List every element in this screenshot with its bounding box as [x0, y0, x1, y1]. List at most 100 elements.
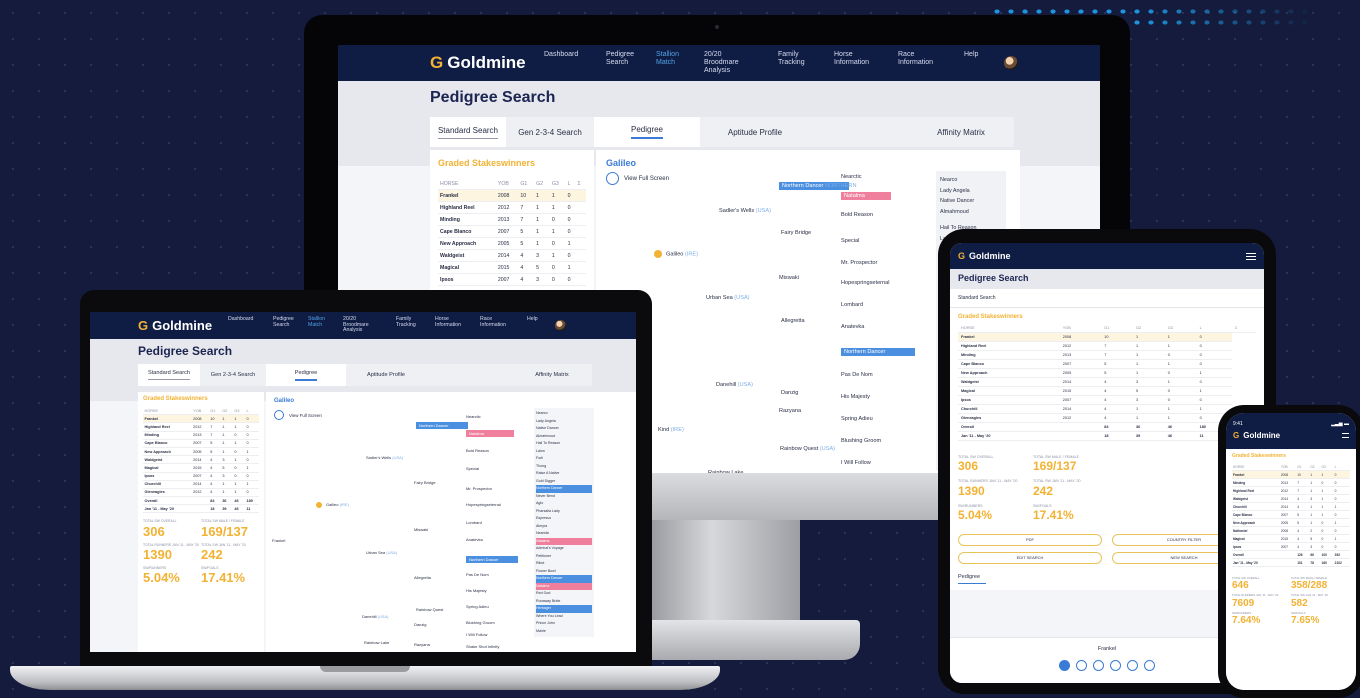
- horse-name-cell[interactable]: New Approach: [1232, 518, 1280, 527]
- tab-pedigree[interactable]: Pedigree: [266, 364, 346, 386]
- table-row[interactable]: Magical 2015 4 5 0 1: [1232, 534, 1350, 543]
- page-dot[interactable]: [1093, 660, 1104, 671]
- horse-name-cell[interactable]: Minding: [143, 431, 192, 440]
- table-row[interactable]: Magical 2015 4 5 0 1: [438, 261, 586, 274]
- horse-name-cell[interactable]: Ipsos: [143, 472, 192, 481]
- column-header[interactable]: YOB: [191, 407, 209, 416]
- ancestor-name[interactable]: Natalma: [536, 582, 592, 590]
- ancestor-name[interactable]: Gold Digger: [536, 478, 592, 486]
- tab-blank[interactable]: [426, 364, 512, 386]
- horse-name-cell[interactable]: Magical: [438, 261, 496, 274]
- horse-name-cell[interactable]: Highland Reel: [1232, 486, 1280, 495]
- nav-item-stallion-match[interactable]: Stallion Match: [308, 316, 328, 329]
- nav-item-pedigree-search[interactable]: Pedigree Search: [273, 316, 294, 329]
- pedigree-node[interactable]: Allegretta: [414, 575, 431, 580]
- pedigree-node[interactable]: Bold Reason: [466, 448, 489, 453]
- pedigree-node[interactable]: Special: [841, 238, 859, 244]
- column-header[interactable]: YOB: [1059, 324, 1102, 333]
- tab-aptitude-profile[interactable]: Aptitude Profile: [700, 117, 810, 147]
- horse-name-cell[interactable]: Churchill: [1232, 502, 1280, 511]
- table-row[interactable]: Minding 2013 7 1 0 0: [438, 213, 586, 226]
- table-row[interactable]: Frankel 2008 10 1 1 0: [958, 332, 1256, 342]
- ancestor-name[interactable]: Hail To Reason: [536, 440, 592, 448]
- column-header[interactable]: G1: [1296, 463, 1310, 471]
- ancestor-name[interactable]: Red God: [536, 590, 592, 598]
- pdf-button[interactable]: PDF: [958, 533, 1102, 546]
- column-header[interactable]: G2: [220, 407, 233, 416]
- horse-name-cell[interactable]: Churchill: [958, 404, 1060, 414]
- pedigree-node[interactable]: Urban Sea (USA): [366, 550, 397, 555]
- phone-logo[interactable]: G Goldmine: [1233, 431, 1280, 440]
- column-header[interactable]: L: [1333, 463, 1350, 471]
- horse-name-cell[interactable]: Magical: [958, 386, 1060, 396]
- pedigree-node[interactable]: Pas De Nom: [841, 372, 873, 378]
- horse-name-cell[interactable]: Gleneagles: [958, 413, 1060, 423]
- page-dot[interactable]: [1076, 660, 1087, 671]
- horse-name-cell[interactable]: Waldgeist: [143, 455, 192, 465]
- ancestor-name[interactable]: Espresso: [536, 515, 592, 523]
- ancestor-name[interactable]: Aglo: [536, 500, 592, 508]
- ancestor-name[interactable]: Prince John: [536, 620, 592, 628]
- nav-item-family-tracking[interactable]: Family Tracking: [778, 51, 812, 67]
- column-header[interactable]: G3: [1164, 324, 1197, 333]
- pedigree-node[interactable]: Mr. Prospector: [841, 260, 877, 266]
- pedigree-node[interactable]: I Will Follow: [466, 632, 487, 637]
- table-row[interactable]: Minding 2013 7 1 0 0: [958, 350, 1256, 360]
- column-header[interactable]: G2: [534, 178, 550, 190]
- pedigree-node[interactable]: Natalma: [466, 430, 514, 437]
- horse-name-cell[interactable]: Highland Reel: [143, 422, 192, 432]
- pedigree-node[interactable]: Spring Adieu: [466, 604, 489, 609]
- ancestor-name[interactable]: Lady Angela: [536, 418, 592, 426]
- column-header[interactable]: Σ: [575, 178, 586, 190]
- table-row[interactable]: Waldgeist 2014 4 3 1 0: [143, 455, 259, 465]
- horse-name-cell[interactable]: Nathaniel: [1232, 526, 1280, 535]
- tab-standard-search[interactable]: Standard Search: [430, 117, 506, 147]
- pedigree-node[interactable]: I Will Follow: [841, 460, 871, 466]
- ancestor-name[interactable]: Admiral's Voyage: [536, 545, 592, 553]
- horse-name-cell[interactable]: Minding: [438, 213, 496, 226]
- column-header[interactable]: G1: [208, 407, 221, 416]
- table-row[interactable]: New Approach 2005 5 1 0 1: [958, 368, 1256, 378]
- nav-item-help[interactable]: Help: [527, 316, 541, 323]
- pedigree-node[interactable]: Danzig: [781, 390, 798, 396]
- pedigree-node[interactable]: Lombard: [466, 520, 482, 525]
- logo[interactable]: G Goldmine: [430, 53, 534, 73]
- pedigree-node[interactable]: Fairy Bridge: [414, 480, 436, 485]
- pedigree-node[interactable]: Natalma: [841, 192, 891, 200]
- table-row[interactable]: Magical 2015 4 5 0 1: [143, 463, 259, 473]
- pedigree-node[interactable]: Fairy Bridge: [781, 230, 811, 236]
- horse-name-cell[interactable]: Gleneagles: [143, 488, 192, 498]
- nav-item-horse-information[interactable]: Horse Information: [834, 51, 876, 67]
- pedigree-node[interactable]: Frankel: [272, 538, 285, 543]
- ancestor-name[interactable]: Nearco: [536, 410, 592, 418]
- pedigree-node[interactable]: Northern Dancer: [841, 348, 915, 356]
- ancestor-name[interactable]: Flower Bowl: [536, 568, 592, 576]
- pedigree-node[interactable]: Shake Shot Infinity: [466, 644, 499, 649]
- nav-item-20-20-broodmare-analysis[interactable]: 20/20 Broodmare Analysis: [343, 316, 381, 335]
- column-header[interactable]: HORSE: [1232, 463, 1280, 471]
- pedigree-node[interactable]: Northern Dancer NORTHERN: [779, 182, 857, 190]
- horse-name-cell[interactable]: Frankel: [438, 189, 496, 202]
- pedigree-node[interactable]: Special: [466, 466, 479, 471]
- ancestor-name[interactable]: Petitioner: [536, 553, 592, 561]
- table-row[interactable]: Minding 2013 7 1 0 0: [1232, 478, 1350, 487]
- pedigree-node[interactable]: Nearctic: [466, 414, 481, 419]
- nav-item-family-tracking[interactable]: Family Tracking: [396, 316, 420, 329]
- column-header[interactable]: G2: [1133, 324, 1165, 333]
- ancestor-name[interactable]: Where You Lead: [536, 613, 592, 621]
- table-row[interactable]: Gleneagles 2012 4 1 1 0: [958, 413, 1256, 423]
- column-header[interactable]: HORSE: [438, 178, 496, 190]
- pedigree-root-node[interactable]: Galileo (IRE): [654, 250, 698, 258]
- tab-gen-search[interactable]: Gen 2-3-4 Search: [200, 364, 266, 386]
- column-header[interactable]: G1: [1101, 324, 1134, 333]
- nav-item-horse-information[interactable]: Horse Information: [435, 316, 465, 329]
- column-header[interactable]: L: [1196, 324, 1232, 333]
- table-row[interactable]: Waldgeist 2014 4 3 1 0: [958, 377, 1256, 387]
- table-row[interactable]: Magical 2015 4 5 0 1: [958, 386, 1256, 396]
- column-header[interactable]: Σ: [1231, 324, 1256, 333]
- pedigree-node[interactable]: Rainbow Lake: [708, 470, 743, 473]
- pedigree-node[interactable]: Razyana: [414, 642, 430, 647]
- nav-item-stallion-match[interactable]: Stallion Match: [656, 51, 682, 67]
- table-row[interactable]: Ipsos 2007 4 3 0 0: [438, 273, 586, 286]
- pedigree-node[interactable]: Blushing Groom: [466, 620, 495, 625]
